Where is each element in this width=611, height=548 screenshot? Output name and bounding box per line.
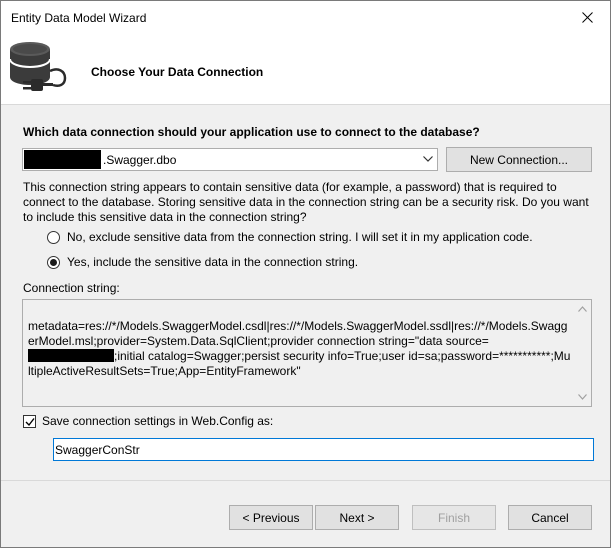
save-settings-option[interactable]: Save connection settings in Web.Config a… [23, 414, 273, 428]
vertical-scrollbar[interactable] [574, 300, 591, 406]
redacted-server-name [24, 150, 101, 169]
close-button[interactable] [564, 1, 610, 33]
include-sensitive-label: Yes, include the sensitive data in the c… [67, 255, 359, 269]
finish-button[interactable]: Finish [412, 505, 496, 530]
connection-string-text: metadata=res://*/Models.SwaggerModel.csd… [28, 319, 573, 379]
include-sensitive-radio[interactable] [47, 255, 60, 269]
footer-divider [1, 480, 610, 481]
new-connection-button[interactable]: New Connection... [446, 147, 592, 172]
wizard-header: Choose Your Data Connection [1, 33, 610, 105]
connection-name-input[interactable] [53, 438, 594, 461]
window-title: Entity Data Model Wizard [11, 11, 147, 25]
chevron-down-icon [423, 156, 433, 162]
next-button[interactable]: Next > [315, 505, 399, 530]
checkmark-icon [25, 417, 35, 426]
previous-button[interactable]: < Previous [229, 505, 313, 530]
exclude-sensitive-radio[interactable] [47, 230, 60, 244]
database-plug-icon [9, 42, 67, 91]
connection-string-label: Connection string: [23, 281, 120, 295]
include-sensitive-option[interactable]: Yes, include the sensitive data in the c… [47, 255, 358, 269]
data-connection-selected: .Swagger.dbo [103, 153, 177, 167]
connection-string-part1: metadata=res://*/Models.SwaggerModel.csd… [28, 319, 568, 348]
page-title: Choose Your Data Connection [91, 65, 264, 79]
data-connection-dropdown[interactable]: .Swagger.dbo [22, 148, 438, 171]
connection-question: Which data connection should your applic… [23, 125, 480, 139]
scroll-up-icon[interactable] [578, 306, 587, 312]
redacted-data-source [28, 349, 114, 362]
cancel-button[interactable]: Cancel [508, 505, 592, 530]
save-settings-checkbox[interactable] [23, 414, 36, 428]
scroll-down-icon[interactable] [578, 394, 587, 400]
title-bar: Entity Data Model Wizard [1, 1, 610, 33]
sensitive-data-description: This connection string appears to contai… [23, 180, 589, 224]
exclude-sensitive-option[interactable]: No, exclude sensitive data from the conn… [47, 230, 533, 244]
exclude-sensitive-label: No, exclude sensitive data from the conn… [67, 230, 533, 244]
connection-string-box[interactable]: metadata=res://*/Models.SwaggerModel.csd… [22, 299, 592, 407]
close-icon [581, 11, 593, 23]
save-settings-label: Save connection settings in Web.Config a… [42, 414, 274, 428]
wizard-window: Entity Data Model Wizard Choose Your Dat… [0, 0, 611, 548]
